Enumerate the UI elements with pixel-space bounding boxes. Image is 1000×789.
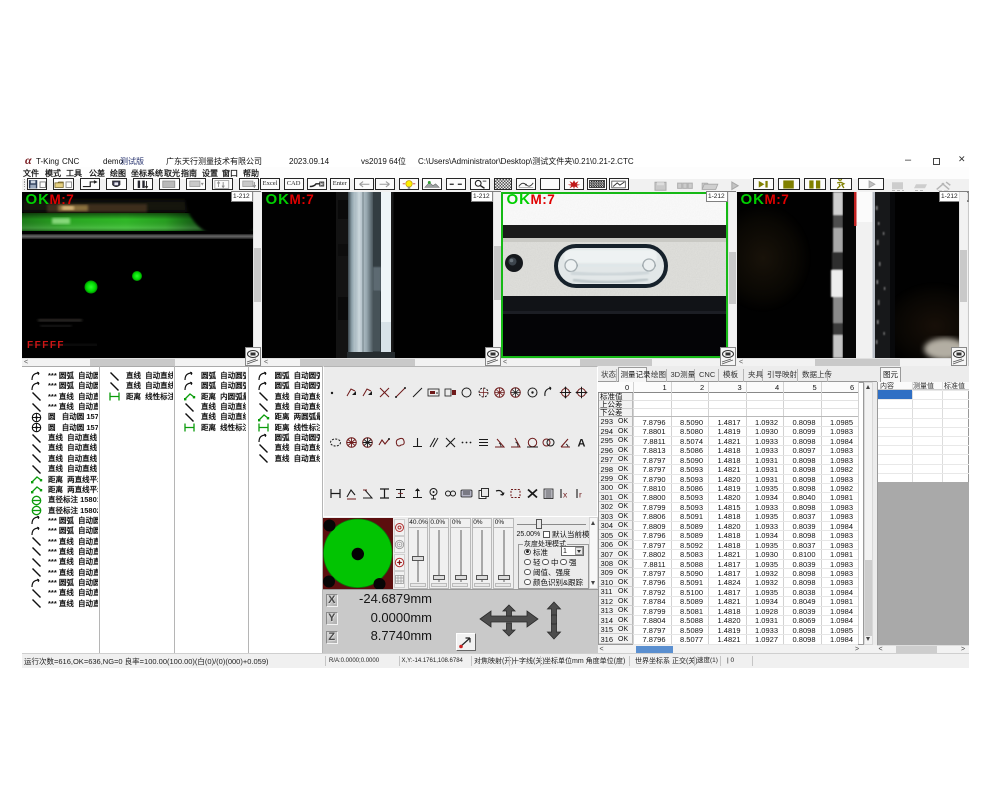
svg-text:r: r <box>579 489 582 499</box>
svg-text:A: A <box>578 438 586 450</box>
svg-text:x: x <box>563 489 568 499</box>
svg-text:B: B <box>321 181 324 186</box>
